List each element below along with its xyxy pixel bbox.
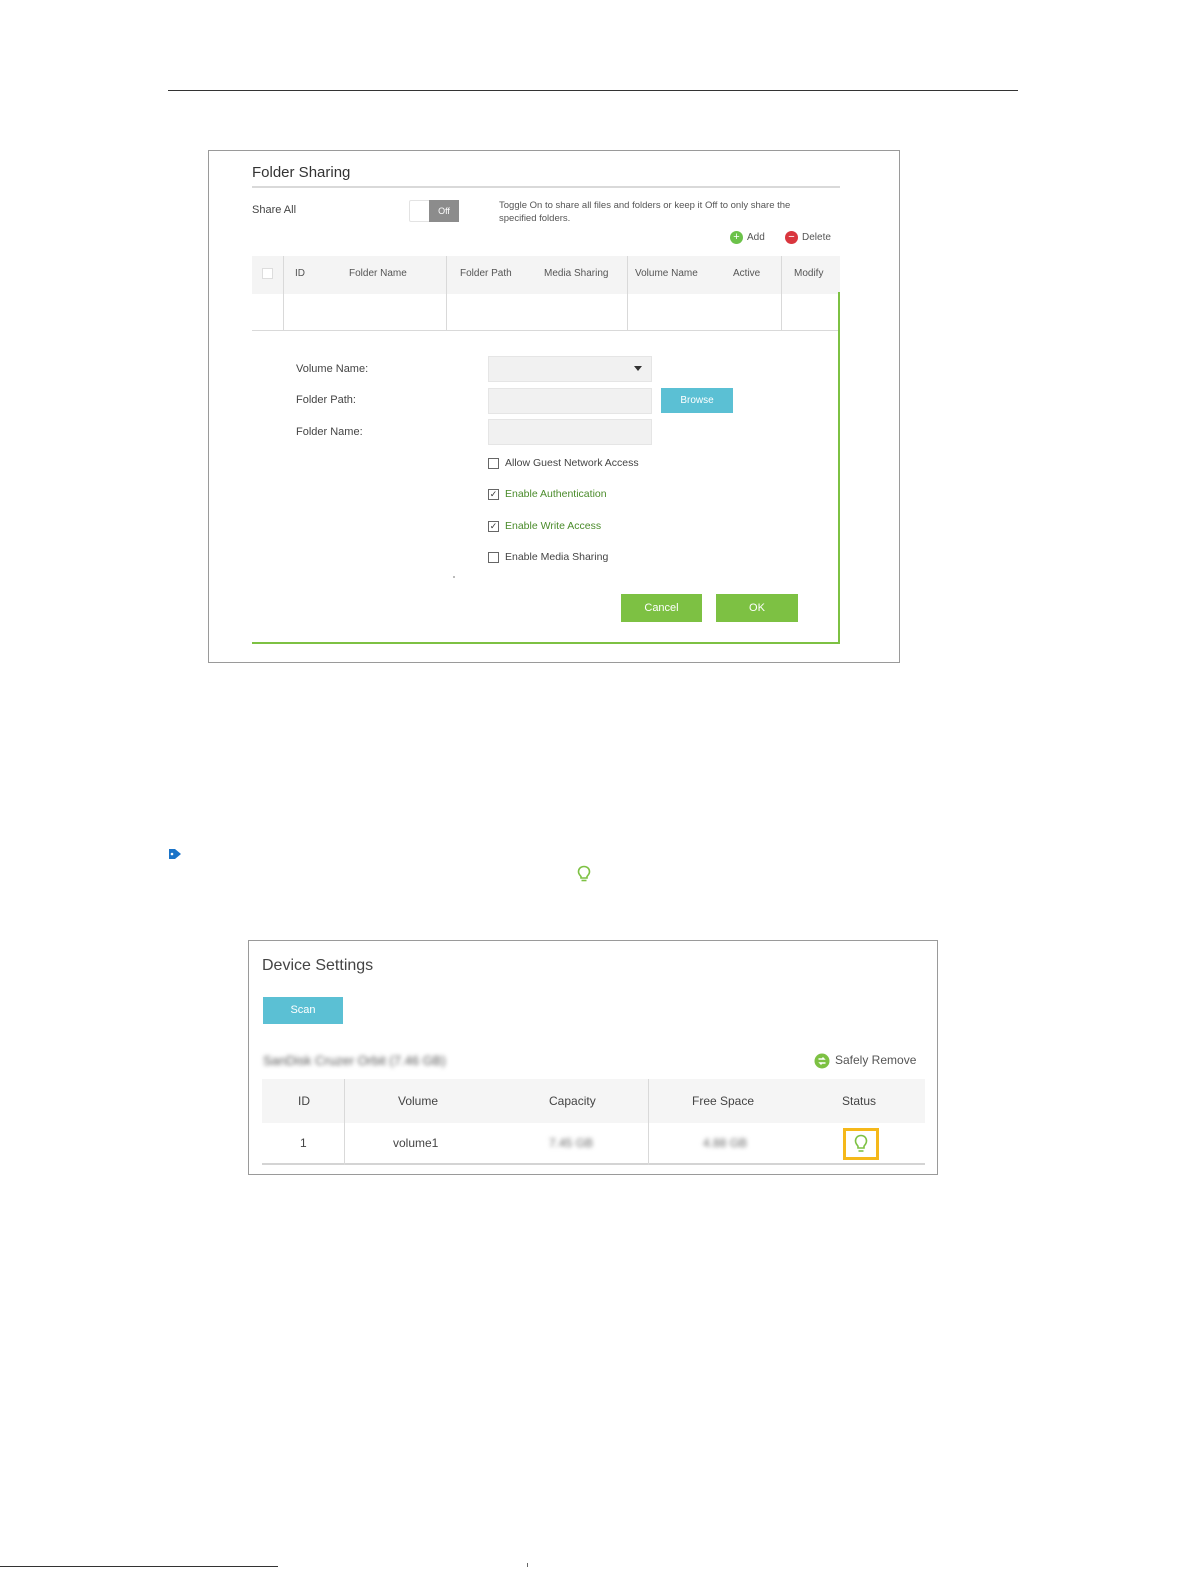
column-header-active: Active bbox=[733, 268, 761, 279]
column-header-capacity: Capacity bbox=[549, 1094, 596, 1108]
row-capacity: 7.45 GB bbox=[549, 1136, 594, 1150]
column-divider bbox=[344, 1079, 345, 1165]
column-divider bbox=[781, 256, 782, 331]
column-header-media-sharing: Media Sharing bbox=[544, 268, 609, 279]
column-header-free-space: Free Space bbox=[692, 1094, 755, 1108]
chevron-down-icon[interactable] bbox=[634, 366, 642, 371]
add-button[interactable]: Add bbox=[747, 232, 765, 243]
column-divider bbox=[446, 256, 447, 331]
column-header-volume-name: Volume Name bbox=[635, 268, 698, 279]
column-header-folder-path: Folder Path bbox=[460, 268, 512, 279]
authentication-checkbox[interactable]: ✓ bbox=[488, 489, 499, 500]
folder-name-input[interactable] bbox=[488, 419, 652, 445]
row-id: 1 bbox=[300, 1136, 307, 1150]
add-icon[interactable]: + bbox=[730, 231, 743, 244]
volume-name-label: Volume Name: bbox=[296, 363, 369, 375]
scan-button[interactable]: Scan bbox=[263, 997, 343, 1024]
folder-path-label: Folder Path: bbox=[296, 394, 356, 406]
device-settings-title: Device Settings bbox=[262, 957, 374, 974]
column-header-modify: Modify bbox=[794, 268, 824, 279]
bulb-icon[interactable] bbox=[853, 1134, 869, 1154]
cancel-button[interactable]: Cancel bbox=[621, 594, 702, 622]
media-sharing-checkbox[interactable] bbox=[488, 552, 499, 563]
guest-access-label: Allow Guest Network Access bbox=[505, 457, 639, 469]
panel-edge-right bbox=[838, 292, 840, 644]
stray-dot bbox=[453, 576, 455, 578]
toggle-hint: Toggle On to share all files and folders… bbox=[499, 200, 791, 224]
toggle-knob[interactable]: Off bbox=[429, 200, 459, 222]
column-header-volume: Volume bbox=[398, 1094, 439, 1108]
write-access-checkbox[interactable]: ✓ bbox=[488, 521, 499, 532]
column-divider bbox=[627, 256, 628, 331]
row-free-space: 4.88 GB bbox=[703, 1136, 748, 1150]
folder-name-label: Folder Name: bbox=[296, 426, 363, 438]
column-header-id: ID bbox=[298, 1094, 310, 1108]
column-header-id: ID bbox=[295, 268, 305, 279]
write-access-label: Enable Write Access bbox=[505, 520, 602, 532]
folder-table-empty-row bbox=[252, 294, 840, 331]
select-all-checkbox[interactable] bbox=[262, 268, 273, 279]
guest-access-checkbox[interactable] bbox=[488, 458, 499, 469]
browse-button[interactable]: Browse bbox=[661, 388, 733, 413]
authentication-label: Enable Authentication bbox=[505, 488, 607, 500]
device-table-row-border bbox=[262, 1163, 925, 1165]
column-header-folder-name: Folder Name bbox=[349, 268, 407, 279]
column-header-status: Status bbox=[842, 1094, 877, 1108]
title-divider bbox=[252, 186, 840, 188]
bulb-icon bbox=[577, 865, 591, 882]
row-volume: volume1 bbox=[393, 1136, 439, 1150]
safely-remove-icon[interactable] bbox=[814, 1053, 830, 1069]
delete-icon[interactable]: − bbox=[785, 231, 798, 244]
column-divider bbox=[648, 1079, 649, 1165]
footer-rule bbox=[0, 1566, 278, 1567]
ok-button[interactable]: OK bbox=[716, 594, 798, 622]
folder-sharing-title: Folder Sharing bbox=[252, 164, 351, 181]
tag-icon bbox=[169, 849, 181, 859]
delete-button[interactable]: Delete bbox=[802, 232, 831, 243]
media-sharing-label: Enable Media Sharing bbox=[505, 551, 609, 563]
header-rule bbox=[168, 90, 1018, 91]
share-all-label: Share All bbox=[252, 204, 297, 216]
safely-remove-button[interactable]: Safely Remove bbox=[835, 1053, 916, 1067]
panel-edge-bottom bbox=[252, 642, 840, 644]
device-name: SanDisk Cruzer Orbit (7.46 GB) bbox=[263, 1053, 446, 1068]
folder-path-input[interactable] bbox=[488, 388, 652, 414]
footer-tick bbox=[527, 1563, 528, 1567]
volume-name-select[interactable] bbox=[488, 356, 652, 382]
column-divider bbox=[283, 256, 284, 331]
